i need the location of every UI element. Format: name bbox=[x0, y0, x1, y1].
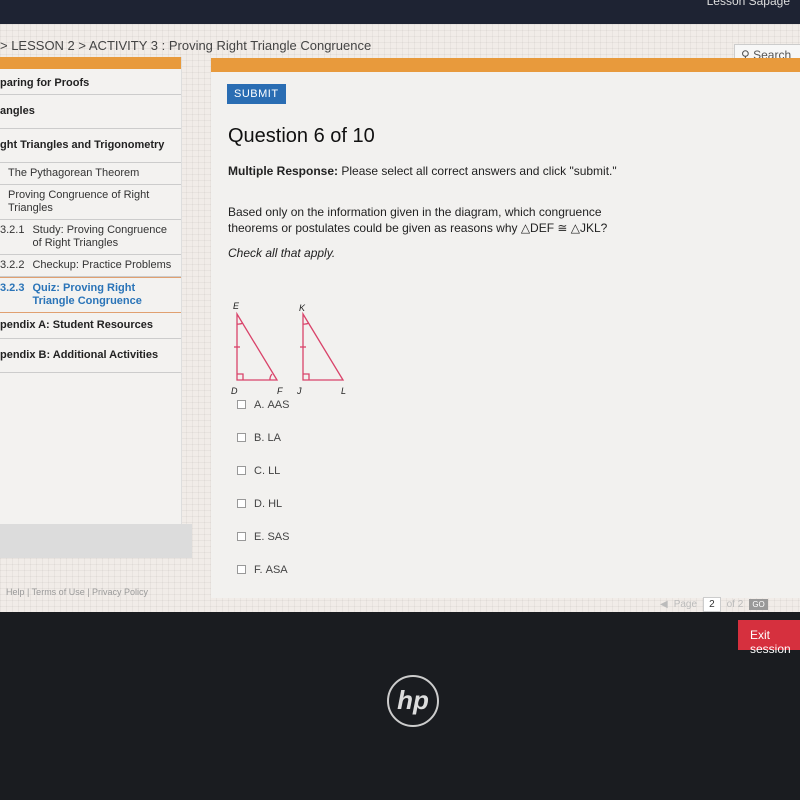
hp-logo: hp bbox=[387, 675, 439, 727]
sidebar-item[interactable]: pendix B: Additional Activities bbox=[0, 339, 181, 373]
hint-text: Check all that apply. bbox=[228, 246, 336, 260]
exit-session-button[interactable]: Exit session bbox=[738, 620, 800, 656]
type-text: Please select all correct answers and cl… bbox=[338, 164, 617, 178]
angle-mark bbox=[269, 373, 273, 381]
label-e: E bbox=[233, 302, 240, 311]
item-label: Quiz: Proving Right Triangle Congruence bbox=[32, 282, 142, 307]
page-label: Page bbox=[673, 599, 698, 610]
question-title: Question 6 of 10 bbox=[228, 125, 375, 147]
option-c[interactable]: C. LL bbox=[237, 454, 289, 487]
option-f[interactable]: F. ASA bbox=[237, 553, 289, 586]
sidebar-item-active[interactable]: 3.2.3 Quiz: Proving Right Triangle Congru… bbox=[0, 277, 181, 313]
label-l: L bbox=[341, 386, 346, 396]
sidebar-item[interactable]: The Pythagorean Theorem bbox=[0, 163, 181, 185]
sidebar: paring for Proofs angles ght Triangles a… bbox=[0, 57, 182, 557]
sidebar-item[interactable]: angles bbox=[0, 95, 181, 129]
option-letter: B. bbox=[254, 431, 265, 444]
option-text: SAS bbox=[267, 530, 290, 543]
question-panel: SUBMIT Question 6 of 10 Multiple Respons… bbox=[211, 58, 800, 598]
pager: ◀ Page 2 of 2 GO bbox=[660, 597, 768, 612]
checkbox[interactable] bbox=[237, 433, 246, 442]
sidebar-item[interactable]: Proving Congruence of Right Triangles bbox=[0, 185, 181, 220]
right-angle-mark bbox=[237, 373, 244, 380]
option-a[interactable]: A. AAS bbox=[237, 388, 289, 421]
go-button[interactable]: GO bbox=[749, 599, 768, 610]
breadcrumb[interactable]: > LESSON 2 > ACTIVITY 3 : Proving Right … bbox=[0, 38, 371, 53]
item-label: Checkup: Practice Problems bbox=[32, 259, 172, 271]
sidebar-item[interactable]: pendix A: Student Resources bbox=[0, 313, 181, 339]
item-number: 3.2.1 bbox=[0, 224, 25, 236]
triangle-def bbox=[236, 311, 279, 381]
option-text: ASA bbox=[265, 563, 288, 576]
sidebar-item[interactable]: ght Triangles and Trigonometry bbox=[0, 129, 181, 163]
angle-mark bbox=[236, 322, 244, 325]
checkbox[interactable] bbox=[237, 466, 246, 475]
option-letter: E. bbox=[254, 530, 265, 543]
sidebar-item[interactable]: 3.2.2 Checkup: Practice Problems bbox=[0, 255, 181, 277]
option-text: LA bbox=[267, 431, 281, 444]
option-e[interactable]: E. SAS bbox=[237, 520, 289, 553]
option-text: HL bbox=[268, 497, 283, 510]
sidebar-nav-buttons[interactable] bbox=[0, 524, 192, 558]
option-text: AAS bbox=[267, 398, 290, 411]
answer-options: A. AAS B. LA C. LL D. HL E. SAS F. ASA bbox=[237, 388, 289, 586]
page-total: of 2 bbox=[726, 599, 744, 610]
right-angle-mark bbox=[303, 373, 310, 380]
checkbox[interactable] bbox=[237, 400, 246, 409]
checkbox[interactable] bbox=[237, 565, 246, 574]
page-input[interactable]: 2 bbox=[703, 597, 721, 612]
angle-mark bbox=[302, 322, 310, 325]
question-text: Based only on the information given in t… bbox=[228, 205, 608, 235]
sidebar-header-bar bbox=[0, 57, 181, 69]
submit-button[interactable]: SUBMIT bbox=[227, 84, 286, 104]
label-j: J bbox=[296, 386, 302, 396]
option-letter: D. bbox=[254, 497, 265, 510]
option-b[interactable]: B. LA bbox=[237, 421, 289, 454]
triangle-jkl bbox=[302, 311, 345, 381]
option-letter: C. bbox=[254, 464, 265, 477]
sidebar-item[interactable]: paring for Proofs bbox=[0, 69, 181, 95]
option-text: LL bbox=[268, 464, 281, 477]
type-label: Multiple Response: bbox=[228, 164, 339, 178]
sidebar-item[interactable]: 3.2.1 Study: Proving Congruence of Right … bbox=[0, 220, 181, 255]
triangle-diagram: E D F K J L bbox=[231, 302, 346, 396]
option-letter: A. bbox=[254, 398, 265, 411]
item-number: 3.2.2 bbox=[0, 259, 25, 271]
item-number: 3.2.3 bbox=[0, 282, 25, 294]
footer-links[interactable]: Help | Terms of Use | Privacy Policy bbox=[6, 587, 148, 597]
panel-header-bar bbox=[211, 58, 800, 72]
screen: > LESSON 2 > ACTIVITY 3 : Proving Right … bbox=[0, 24, 800, 612]
top-right-text: Lesson Sapage bbox=[706, 0, 790, 8]
question-type: Multiple Response: Please select all cor… bbox=[228, 164, 617, 178]
browser-top-bar: Lesson Sapage bbox=[0, 0, 800, 24]
option-letter: F. bbox=[254, 563, 263, 576]
label-k: K bbox=[299, 303, 306, 313]
checkbox[interactable] bbox=[237, 499, 246, 508]
option-d[interactable]: D. HL bbox=[237, 487, 289, 520]
checkbox[interactable] bbox=[237, 532, 246, 541]
prev-arrow-icon[interactable]: ◀ bbox=[660, 599, 668, 610]
item-label: Study: Proving Congruence of Right Trian… bbox=[32, 224, 167, 249]
